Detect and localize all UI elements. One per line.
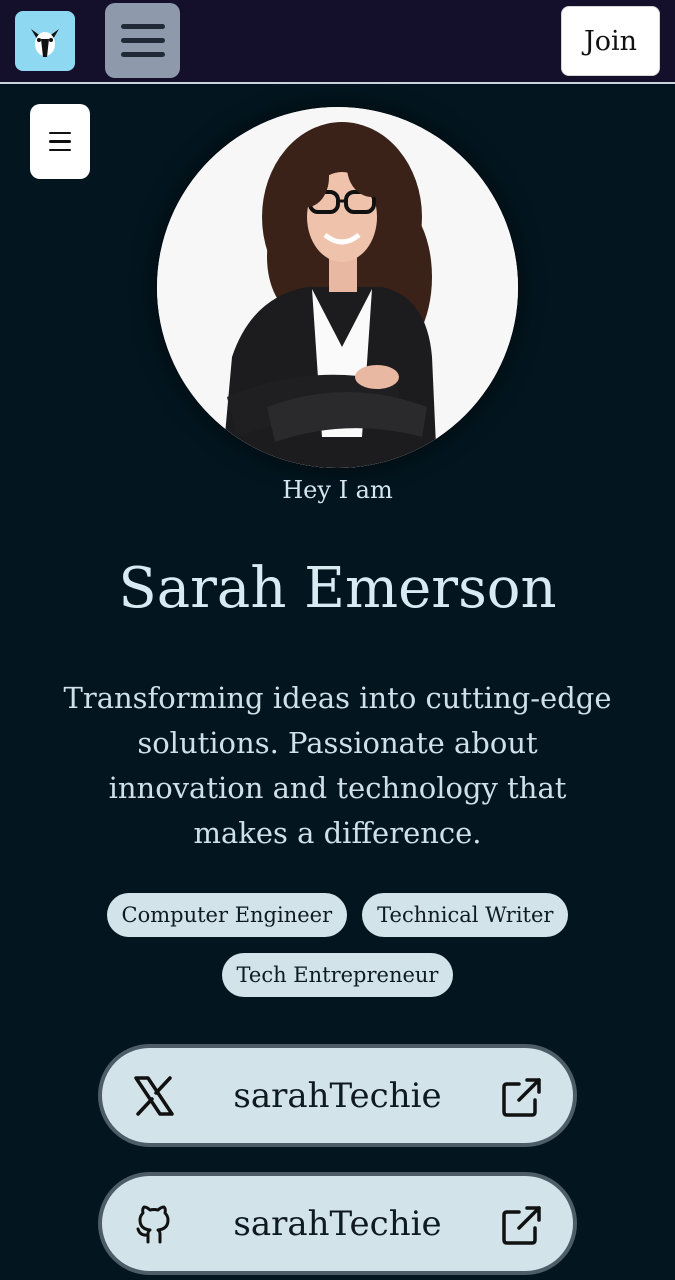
hamburger-bar (120, 52, 165, 57)
profile-page: Hey I am Sarah Emerson Transforming idea… (0, 86, 675, 1280)
profile-avatar (157, 107, 518, 468)
hamburger-bar (120, 38, 165, 43)
hamburger-bar (120, 24, 165, 29)
x-icon (134, 1076, 174, 1116)
hamburger-bar (49, 148, 71, 152)
profile-photo (157, 107, 518, 468)
main-menu-button[interactable] (105, 3, 180, 78)
profile-name: Sarah Emerson (118, 556, 557, 621)
link-label: sarahTechie (233, 1075, 442, 1116)
profile-tags: Computer Engineer Technical Writer Tech … (60, 893, 615, 997)
external-link-icon (502, 1206, 541, 1245)
github-icon (136, 1205, 170, 1244)
owl-logo-icon (31, 29, 59, 57)
sidebar-toggle-button[interactable] (30, 104, 90, 179)
tag-chip: Computer Engineer (106, 893, 348, 937)
external-link-icon (502, 1078, 541, 1117)
app-logo-button[interactable] (15, 11, 75, 71)
top-navbar: Join (0, 0, 675, 84)
hamburger-bar (49, 131, 71, 135)
link-label: sarahTechie (233, 1203, 442, 1244)
hamburger-bar (49, 140, 71, 143)
join-button[interactable]: Join (561, 6, 660, 76)
greeting-text: Hey I am (282, 476, 393, 504)
profile-bio: Transforming ideas into cutting-edge sol… (63, 681, 612, 850)
github-profile-link[interactable]: sarahTechie (98, 1172, 577, 1275)
tag-chip: Technical Writer (362, 893, 569, 937)
tag-chip: Tech Entrepreneur (221, 953, 454, 997)
x-profile-link[interactable]: sarahTechie (98, 1044, 577, 1147)
